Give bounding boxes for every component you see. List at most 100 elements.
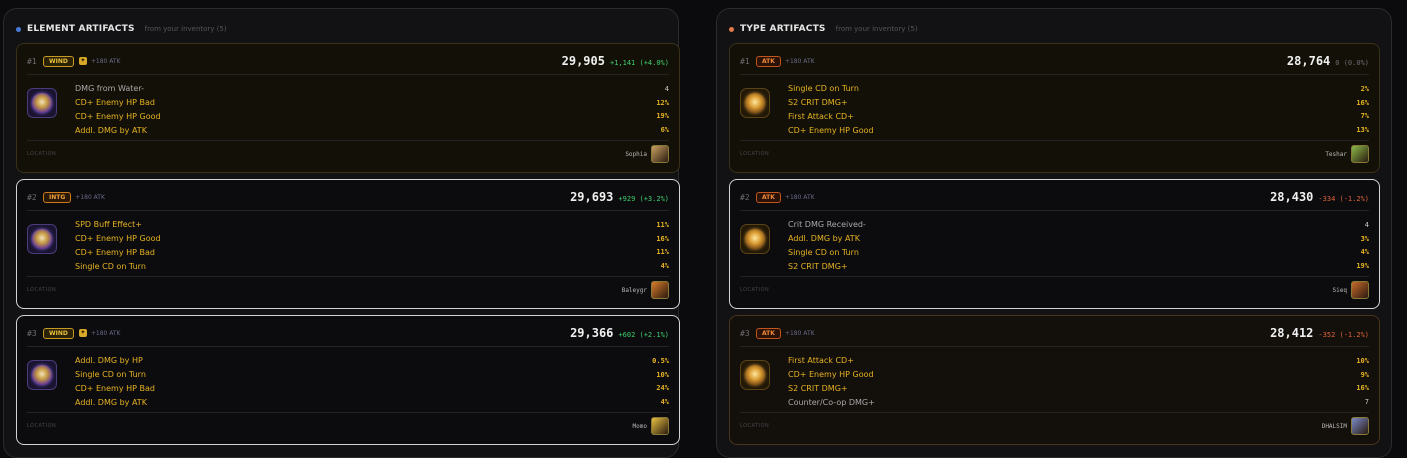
element-artifacts-panel: ELEMENT ARTIFACTS from your inventory (5…	[3, 8, 680, 458]
card-footer: LOCATION Teshar	[740, 144, 1369, 164]
score-group: 29,693 +929 (+3.2%)	[570, 190, 669, 204]
divider	[740, 74, 1369, 75]
substat-row: Counter/Co-op DMG+ 7	[788, 395, 1369, 409]
score-delta: 0 (0.0%)	[1335, 59, 1369, 67]
substat-row: First Attack CD+ 10%	[788, 354, 1369, 368]
score-group: 29,905 +1,141 (+4.0%)	[562, 54, 669, 68]
substat-name: Single CD on Turn	[75, 261, 146, 271]
substat-value: 0.5%	[652, 356, 669, 365]
hero-portrait-icon[interactable]	[1351, 145, 1369, 163]
card-header: #1 ATK +180 ATK 28,764 0 (0.0%)	[740, 53, 1369, 69]
main-stat-label: +180 ATK	[90, 329, 121, 337]
substat-row: First Attack CD+ 7%	[788, 110, 1369, 124]
substat-name: DMG from Water-	[75, 84, 144, 94]
substat-value: 9%	[1360, 370, 1369, 379]
artifact-card[interactable]: #3 ATK +180 ATK 28,412 -352 (-1.2%) Firs…	[729, 315, 1380, 445]
substat-name: Addl. DMG by ATK	[788, 234, 860, 244]
artifact-card[interactable]: #2 ATK +180 ATK 28,430 -334 (-1.2%) Crit…	[729, 179, 1380, 309]
gear-score: 29,366	[570, 326, 614, 340]
card-footer: LOCATION Sophia	[27, 144, 669, 164]
substat-value: 11%	[656, 220, 669, 229]
main-stat-label: +180 ATK	[90, 57, 121, 65]
score-delta: +1,141 (+4.0%)	[609, 59, 669, 67]
hero-portrait-icon[interactable]	[1351, 417, 1369, 435]
substat-row: Addl. DMG by ATK 3%	[788, 232, 1369, 246]
location-label: LOCATION	[27, 423, 57, 429]
card-footer: LOCATION DHALSIM	[740, 416, 1369, 436]
artifact-icon	[740, 360, 770, 390]
substat-value: 24%	[656, 384, 669, 393]
substat-name: CD+ Enemy HP Bad	[75, 383, 155, 393]
card-footer: LOCATION Baleygr	[27, 280, 669, 300]
location-label: LOCATION	[740, 423, 770, 429]
substat-name: Addl. DMG by HP	[75, 356, 143, 366]
substat-name: Single CD on Turn	[788, 84, 859, 94]
substat-name: First Attack CD+	[788, 111, 854, 121]
artifact-card[interactable]: #3 WIND ✦ +180 ATK 29,366 +602 (+2.1%) A…	[16, 315, 680, 445]
divider	[27, 210, 669, 211]
substat-name: S2 CRIT DMG+	[788, 261, 848, 271]
substat-name: S2 CRIT DMG+	[788, 98, 848, 108]
hero-portrait-icon[interactable]	[1351, 281, 1369, 299]
artifact-icon	[27, 224, 57, 254]
divider	[740, 140, 1369, 141]
rank-label: #3	[27, 328, 37, 338]
artifact-card[interactable]: #2 INTG +180 ATK 29,693 +929 (+3.2%) SPD…	[16, 179, 680, 309]
panel-header: TYPE ARTIFACTS from your inventory (5)	[729, 22, 918, 36]
hero-portrait-icon[interactable]	[651, 145, 669, 163]
substat-row: S2 CRIT DMG+ 16%	[788, 96, 1369, 110]
score-group: 28,412 -352 (-1.2%)	[1270, 326, 1369, 340]
substat-row: Crit DMG Received- 4	[788, 218, 1369, 232]
substat-list: Addl. DMG by HP 0.5% Single CD on Turn 1…	[75, 354, 669, 409]
substat-value: 11%	[656, 248, 669, 257]
substat-name: CD+ Enemy HP Bad	[75, 247, 155, 257]
substat-row: CD+ Enemy HP Bad 12%	[75, 96, 669, 110]
gear-score: 29,693	[570, 190, 614, 204]
substat-value: 7%	[1360, 112, 1369, 121]
hero-portrait-icon[interactable]	[651, 417, 669, 435]
artifact-icon	[27, 360, 57, 390]
card-header: #3 ATK +180 ATK 28,412 -352 (-1.2%)	[740, 325, 1369, 341]
artifact-card[interactable]: #1 WIND ✦ +180 ATK 29,905 +1,141 (+4.0%)…	[16, 43, 680, 173]
hero-portrait-icon[interactable]	[651, 281, 669, 299]
set-badge: ATK	[756, 191, 781, 203]
set-badge: WIND	[43, 55, 74, 67]
substat-row: Single CD on Turn 4%	[788, 246, 1369, 260]
rank-label: #2	[27, 192, 37, 202]
substat-value: 10%	[1356, 356, 1369, 365]
score-group: 29,366 +602 (+2.1%)	[570, 326, 669, 340]
rank-label: #2	[740, 192, 750, 202]
substat-row: CD+ Enemy HP Good 13%	[788, 123, 1369, 137]
type-artifacts-panel: TYPE ARTIFACTS from your inventory (5) #…	[716, 8, 1392, 458]
substat-name: Single CD on Turn	[75, 370, 146, 380]
substat-name: CD+ Enemy HP Good	[788, 370, 874, 380]
substat-row: Single CD on Turn 2%	[788, 82, 1369, 96]
owner-name: Sophia	[625, 150, 647, 158]
substat-value: 16%	[656, 234, 669, 243]
substat-value: 12%	[656, 98, 669, 107]
divider	[27, 74, 669, 75]
score-group: 28,430 -334 (-1.2%)	[1270, 190, 1369, 204]
panel-subtitle: from your inventory (5)	[144, 25, 227, 33]
score-group: 28,764 0 (0.0%)	[1287, 54, 1369, 68]
location-label: LOCATION	[27, 151, 57, 157]
owner-name: Sieq	[1332, 286, 1347, 294]
artifact-card[interactable]: #1 ATK +180 ATK 28,764 0 (0.0%) Single C…	[729, 43, 1380, 173]
main-stat-label: +180 ATK	[784, 57, 815, 65]
substat-row: CD+ Enemy HP Good 9%	[788, 368, 1369, 382]
panel-title: TYPE ARTIFACTS	[740, 24, 826, 34]
substat-value: 4%	[1360, 248, 1369, 257]
substat-value: 3%	[1360, 234, 1369, 243]
set-badge: INTG	[43, 191, 72, 203]
substat-name: CD+ Enemy HP Good	[75, 234, 161, 244]
substat-list: SPD Buff Effect+ 11% CD+ Enemy HP Good 1…	[75, 218, 669, 273]
main-stat-label: +180 ATK	[784, 193, 815, 201]
set-badge: ATK	[756, 55, 781, 67]
substat-row: CD+ Enemy HP Bad 11%	[75, 246, 669, 260]
substat-row: CD+ Enemy HP Good 16%	[75, 232, 669, 246]
substat-list: Crit DMG Received- 4 Addl. DMG by ATK 3%…	[788, 218, 1369, 273]
substat-value: 2%	[1360, 84, 1369, 93]
substat-name: Counter/Co-op DMG+	[788, 397, 875, 407]
imprint-icon: ✦	[78, 329, 87, 337]
substat-value: 19%	[656, 112, 669, 121]
